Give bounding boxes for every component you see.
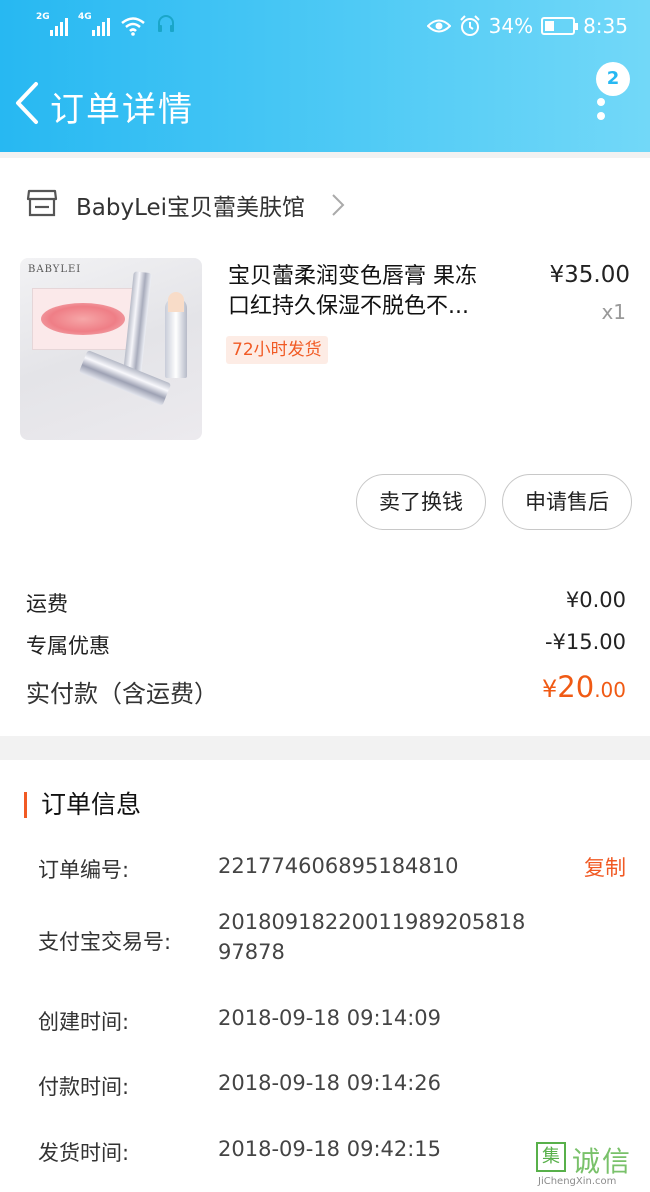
discount-label: 专属优惠 <box>26 634 110 658</box>
order-number-label: 订单编号: <box>38 858 130 882</box>
freight-value: ¥0.00 <box>565 588 626 612</box>
status-time: 8:35 <box>583 14 628 38</box>
battery-level <box>545 21 554 31</box>
headset-icon <box>158 15 174 32</box>
status-right: 34% 8:35 <box>426 14 628 38</box>
freight-label: 运费 <box>26 592 68 616</box>
created-time-label: 创建时间: <box>38 1010 130 1034</box>
product-title-line1: 宝贝蕾柔润变色唇膏 果冻 <box>228 264 477 289</box>
watermark-en: JiChengXin.com <box>538 1176 617 1187</box>
shop-row[interactable]: BabyLei宝贝蕾美肤馆 <box>0 180 650 232</box>
watermark-cn: 诚信 <box>572 1145 633 1178</box>
discount-row: 专属优惠 -¥15.00 <box>26 630 626 660</box>
total-label: 实付款（含运费） <box>26 680 218 708</box>
alipay-trade-label: 支付宝交易号: <box>38 930 172 954</box>
product-image-brand: BABYLEI <box>28 264 82 275</box>
copy-order-number-button[interactable]: 复制 <box>584 852 626 882</box>
freight-row: 运费 ¥0.00 <box>26 588 626 618</box>
shipped-time-value: 2018-09-18 09:42:15 <box>218 1137 442 1161</box>
site-watermark: 集 诚信 JiChengXin.com <box>532 1140 650 1192</box>
status-left: 2G 4G <box>36 12 176 36</box>
shipped-time-label: 发货时间: <box>38 1141 130 1165</box>
total-currency: ¥ <box>542 675 558 703</box>
created-time-value: 2018-09-18 09:14:09 <box>218 1006 442 1030</box>
chevron-left-icon <box>16 82 38 124</box>
order-info-title: 订单信息 <box>24 792 141 818</box>
order-info-card: 订单信息 订单编号: 221774606895184810 复制 支付宝交易号:… <box>0 760 650 1192</box>
notification-badge[interactable]: 2 <box>596 62 630 96</box>
wifi-icon <box>121 17 145 36</box>
battery-percent: 34% <box>488 14 534 38</box>
product-image[interactable]: BABYLEI <box>20 258 202 440</box>
eye-icon <box>426 19 451 33</box>
product-title[interactable]: 宝贝蕾柔润变色唇膏 果冻 口红持久保湿不脱色不... <box>228 262 528 322</box>
order-number-value: 221774606895184810 <box>218 854 459 878</box>
total-value: ¥20.00 <box>542 670 626 704</box>
paid-time-value: 2018-09-18 09:14:26 <box>218 1071 442 1095</box>
product-title-line2: 口红持久保湿不脱色不... <box>228 294 469 319</box>
signal-4g-tag: 4G <box>78 12 92 22</box>
back-button[interactable] <box>8 78 48 128</box>
sell-for-cash-button[interactable]: 卖了换钱 <box>356 474 486 530</box>
total-integer: 20 <box>557 670 595 704</box>
lips-photo <box>32 288 134 350</box>
more-vertical-icon[interactable] <box>597 98 605 126</box>
paid-time-label: 付款时间: <box>38 1075 130 1099</box>
alarm-icon <box>459 15 480 36</box>
after-sale-button[interactable]: 申请售后 <box>502 474 632 530</box>
alipay-trade-value-line1: 20180918220011989205818 <box>218 910 526 934</box>
signal-2g-icon: 2G <box>36 12 68 36</box>
lipstick-open <box>165 292 187 378</box>
order-card: BabyLei宝贝蕾美肤馆 BABYLEI 宝贝蕾柔润变色唇膏 果冻 口红持久保… <box>0 158 650 736</box>
page-title: 订单详情 <box>50 90 194 130</box>
shipping-tag: 72小时发货 <box>226 336 328 364</box>
product-price: ¥35.00 <box>549 262 630 288</box>
status-bar: 2G 4G 34% 8:35 <box>0 0 650 56</box>
watermark-box: 集 <box>536 1142 566 1172</box>
signal-2g-tag: 2G <box>36 12 50 22</box>
app-header: 2G 4G 34% 8:35 订单详情 2 <box>0 0 650 152</box>
battery-icon <box>541 17 579 35</box>
total-row: 实付款（含运费） ¥20.00 <box>26 670 626 709</box>
store-icon <box>26 189 58 217</box>
discount-value: -¥15.00 <box>544 630 626 654</box>
product-quantity: x1 <box>601 300 626 324</box>
chevron-right-icon[interactable] <box>330 192 346 218</box>
signal-4g-icon: 4G <box>78 12 110 36</box>
total-decimal: .00 <box>594 678 626 702</box>
alipay-trade-value-line2: 97878 <box>218 940 285 964</box>
shop-name[interactable]: BabyLei宝贝蕾美肤馆 <box>76 188 305 222</box>
